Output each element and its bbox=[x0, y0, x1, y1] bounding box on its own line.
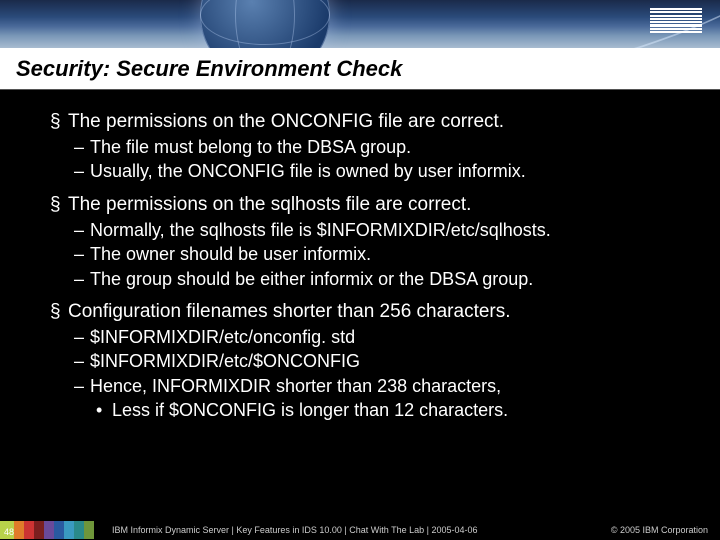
ibm-logo-icon bbox=[650, 8, 702, 33]
page-number: 48 bbox=[4, 527, 14, 537]
bullet-lvl2: The file must belong to the DBSA group. bbox=[50, 136, 690, 159]
footer-text: IBM Informix Dynamic Server | Key Featur… bbox=[112, 525, 611, 535]
copyright: © 2005 IBM Corporation bbox=[611, 525, 720, 535]
bullet-lvl1: Configuration filenames shorter than 256… bbox=[50, 300, 690, 324]
color-chips-icon bbox=[0, 521, 94, 539]
header-band bbox=[0, 0, 720, 48]
bullet-lvl3: Less if $ONCONFIG is longer than 12 char… bbox=[50, 399, 690, 422]
footer: IBM Informix Dynamic Server | Key Featur… bbox=[0, 520, 720, 540]
slide: Security: Secure Environment Check The p… bbox=[0, 0, 720, 540]
bullet-lvl2: Usually, the ONCONFIG file is owned by u… bbox=[50, 160, 690, 183]
slide-body: The permissions on the ONCONFIG file are… bbox=[50, 100, 690, 510]
bullet-lvl2: The group should be either informix or t… bbox=[50, 268, 690, 291]
bullet-lvl2: Hence, INFORMIXDIR shorter than 238 char… bbox=[50, 375, 690, 398]
bullet-lvl2: $INFORMIXDIR/etc/onconfig. std bbox=[50, 326, 690, 349]
bullet-lvl1: The permissions on the ONCONFIG file are… bbox=[50, 110, 690, 134]
bullet-lvl1: The permissions on the sqlhosts file are… bbox=[50, 193, 690, 217]
title-bar: Security: Secure Environment Check bbox=[0, 48, 720, 90]
bullet-lvl2: $INFORMIXDIR/etc/$ONCONFIG bbox=[50, 350, 690, 373]
bullet-lvl2: Normally, the sqlhosts file is $INFORMIX… bbox=[50, 219, 690, 242]
bullet-lvl2: The owner should be user informix. bbox=[50, 243, 690, 266]
slide-title: Security: Secure Environment Check bbox=[16, 56, 402, 82]
swoosh-graphic bbox=[0, 0, 720, 48]
